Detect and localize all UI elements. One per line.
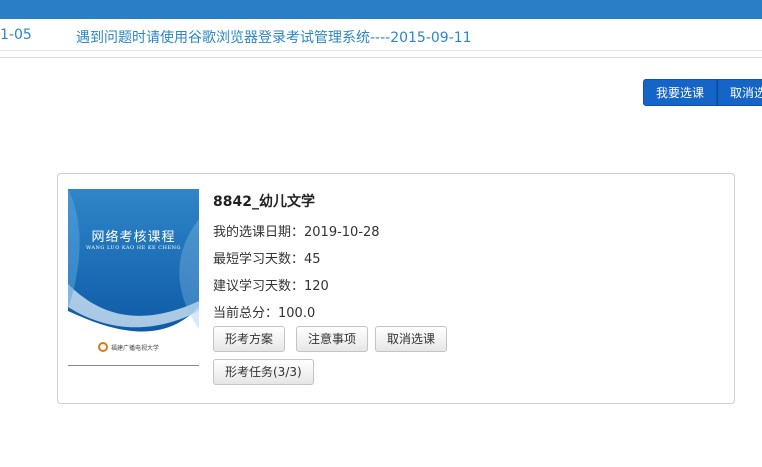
notice-previous-item[interactable]: 1-05 [0, 27, 32, 43]
course-card: 网络考核课程 WANG LUO KAO HE KE CHENG 福建广播电视大学… [57, 173, 735, 404]
cover-title: 网络考核课程 [91, 230, 176, 245]
cover-subtitle: WANG LUO KAO HE KE CHENG [85, 245, 182, 251]
notes-button[interactable]: 注意事项 [296, 326, 369, 352]
divider [0, 51, 762, 58]
top-header-bar [0, 0, 762, 19]
university-logo: 福建广播电视大学 [98, 341, 178, 353]
cancel-selection-button[interactable]: 取消选课 [375, 326, 448, 352]
field-label: 当前总分： [213, 306, 279, 321]
field-label: 最短学习天数： [213, 252, 305, 267]
notice-link[interactable]: 遇到问题时请使用谷歌浏览器登录考试管理系统----2015-09-11 [76, 27, 472, 47]
course-min-days: 最短学习天数：45 [213, 248, 321, 267]
university-emblem-icon [98, 342, 108, 352]
course-suggested-days: 建议学习天数：120 [213, 275, 329, 294]
notice-bar: 1-05 遇到问题时请使用谷歌浏览器登录考试管理系统----2015-09-11 [0, 19, 762, 51]
course-cover-image[interactable]: 网络考核课程 WANG LUO KAO HE KE CHENG 福建广播电视大学 [68, 189, 199, 366]
field-label: 建议学习天数： [213, 279, 305, 294]
course-action-toolbar: 我要选课 取消选 [643, 79, 762, 106]
course-total-score: 当前总分：100.0 [213, 302, 315, 321]
field-value: 100.0 [278, 306, 316, 321]
assessment-plan-button[interactable]: 形考方案 [213, 326, 286, 352]
field-value: 45 [304, 252, 321, 267]
cancel-course-button[interactable]: 取消选 [717, 79, 762, 106]
university-logo-text: 福建广播电视大学 [111, 344, 160, 352]
assessment-tasks-button[interactable]: 形考任务(3/3) [213, 359, 314, 385]
select-course-button[interactable]: 我要选课 [643, 79, 718, 106]
field-label: 我的选课日期： [213, 225, 305, 240]
cover-artwork [68, 189, 199, 365]
course-name: 8842_幼儿文学 [213, 194, 315, 210]
field-value: 120 [304, 279, 329, 294]
course-select-date: 我的选课日期：2019-10-28 [213, 221, 380, 240]
field-value: 2019-10-28 [304, 225, 380, 240]
